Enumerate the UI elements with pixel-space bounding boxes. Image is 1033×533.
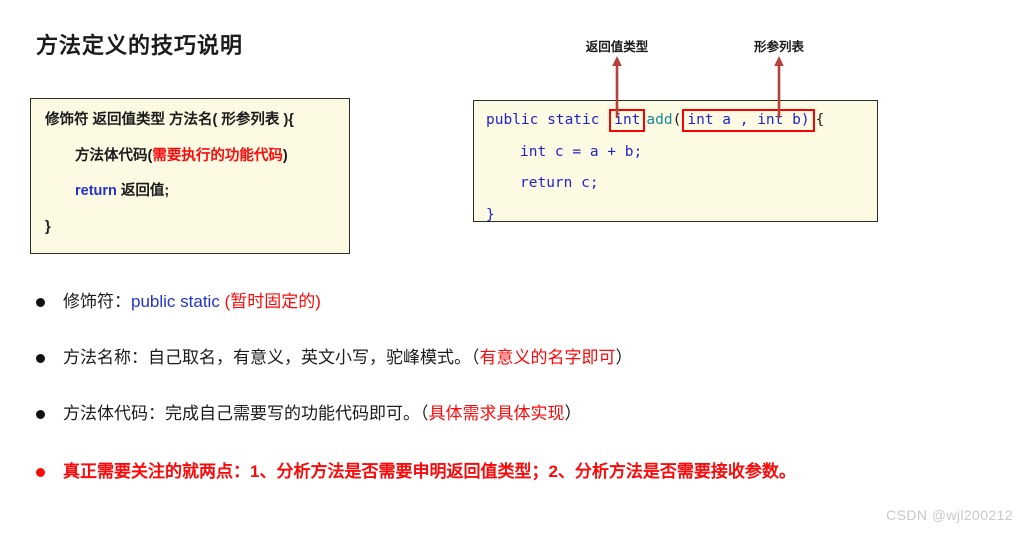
bullet-dot-icon (36, 409, 45, 419)
syntax-line-signature: 修饰符 返回值类型 方法名( 形参列表 ){ (45, 113, 335, 128)
java-modifiers: public static (486, 112, 609, 128)
bullet-text: 修饰符：public static (暂时固定的) (63, 292, 321, 312)
bullet-segment-1: public static (131, 292, 225, 311)
bullet-text: 真正需要关注的就两点：1、分析方法是否需要申明返回值类型；2、分析方法是否需要接… (63, 462, 796, 482)
params-highlight: int a , int b) (682, 109, 815, 132)
page-title: 方法定义的技巧说明 (36, 33, 244, 58)
method-syntax-box: 修饰符 返回值类型 方法名( 形参列表 ){ 方法体代码(需要执行的功能代码) … (30, 98, 350, 254)
java-line-close-brace: } (486, 206, 495, 223)
java-brace-open: { (815, 112, 825, 128)
bullet-segment-0: 修饰符： (63, 292, 131, 311)
syntax-return-keyword: return (75, 183, 117, 199)
bullet-dot-icon (36, 353, 45, 363)
bullet-item-2: 方法体代码：完成自己需要写的功能代码即可。（具体需求具体实现） (36, 404, 582, 424)
syntax-body-highlight: 需要执行的功能代码 (152, 147, 283, 164)
java-method-name: add (646, 112, 673, 128)
watermark: CSDN @wjl200212 (886, 507, 1013, 523)
bullet-segment-3: 暂时固定的 (230, 292, 316, 311)
bullet-segment-4: ) (315, 292, 321, 311)
bullet-segment-0: 方法名称：自己取名，有意义，英文小写，驼峰模式。（ (63, 348, 480, 367)
syntax-line-body: 方法体代码(需要执行的功能代码) (45, 147, 335, 164)
callout-arrow-1 (772, 56, 786, 118)
syntax-signature-text: 修饰符 返回值类型 方法名( 形参列表 ){ (45, 112, 294, 128)
java-paren-open: ( (672, 112, 682, 128)
syntax-line-return: return 返回值; (45, 184, 335, 199)
bullet-item-3: 真正需要关注的就两点：1、分析方法是否需要申明返回值类型；2、分析方法是否需要接… (36, 462, 796, 482)
bullet-dot-icon (36, 467, 45, 477)
bullet-segment-2: ） (564, 404, 582, 423)
bullet-segment-1: 有意义的名字即可 (479, 348, 616, 367)
syntax-body-prefix: 方法体代码( (75, 147, 153, 164)
bullet-segment-2: ） (615, 348, 633, 367)
syntax-line-close-brace: } (45, 218, 51, 235)
bullet-segment-0: 真正需要关注的就两点：1、分析方法是否需要申明返回值类型；2、分析方法是否需要接… (63, 462, 796, 481)
callout-label-1: 形参列表 (753, 40, 805, 54)
java-example-box: public static int add(int a , int b){ int… (473, 100, 878, 222)
bullet-segment-0: 方法体代码：完成自己需要写的功能代码即可。（ (63, 404, 429, 423)
java-line-return: return c; (520, 175, 599, 191)
bullet-text: 方法名称：自己取名，有意义，英文小写，驼峰模式。（有意义的名字即可） (63, 348, 633, 368)
callout-label-0: 返回值类型 (585, 40, 649, 54)
bullet-item-0: 修饰符：public static (暂时固定的) (36, 292, 321, 312)
java-line-declaration: int c = a + b; (520, 143, 643, 160)
java-line-signature: public static int add(int a , int b){ (486, 109, 865, 132)
callout-arrow-0 (610, 56, 624, 118)
slide-canvas: 方法定义的技巧说明 修饰符 返回值类型 方法名( 形参列表 ){ 方法体代码(需… (0, 0, 1033, 533)
bullet-text: 方法体代码：完成自己需要写的功能代码即可。（具体需求具体实现） (63, 404, 582, 424)
bullet-segment-1: 具体需求具体实现 (428, 404, 565, 423)
syntax-return-value: 返回值; (116, 183, 170, 199)
syntax-body-suffix: ) (282, 147, 288, 164)
bullet-item-1: 方法名称：自己取名，有意义，英文小写，驼峰模式。（有意义的名字即可） (36, 348, 633, 368)
bullet-dot-icon (36, 297, 45, 307)
